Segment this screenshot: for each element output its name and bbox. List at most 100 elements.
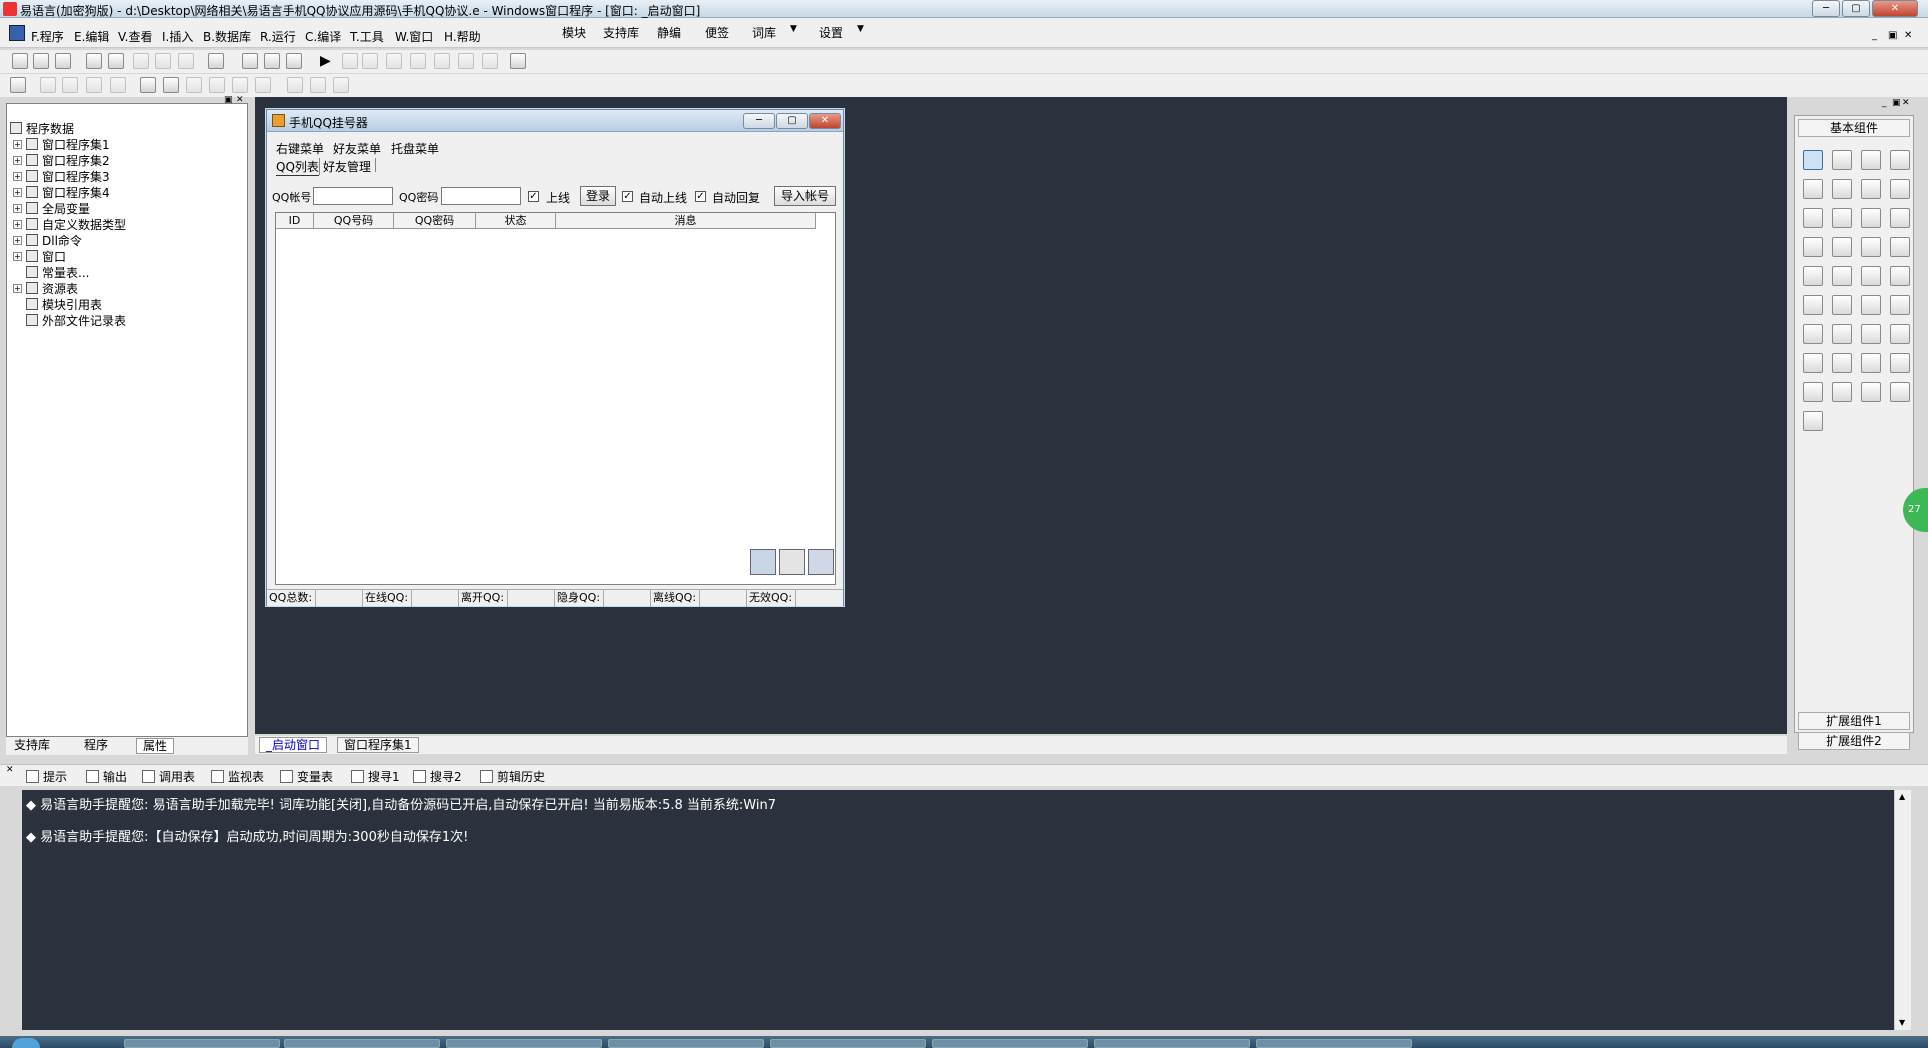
- odbc-provider-component-icon[interactable]: [1803, 411, 1823, 431]
- progress-component-icon[interactable]: [1890, 237, 1910, 257]
- taskbar-item-5[interactable]: [770, 1039, 926, 1048]
- tab-startup-window[interactable]: _启动窗口: [259, 737, 328, 753]
- listbox-component-icon[interactable]: [1890, 208, 1910, 228]
- date-component-icon[interactable]: [1861, 266, 1881, 286]
- timer-icon-control[interactable]: [779, 549, 805, 575]
- timer-component-icon[interactable]: [1803, 324, 1823, 344]
- menu-compile[interactable]: C.编译: [305, 28, 341, 45]
- picture-component-icon[interactable]: [1861, 150, 1881, 170]
- copy-icon[interactable]: [108, 53, 124, 69]
- mdi-close-icon[interactable]: ✕: [1904, 30, 1912, 41]
- expand-icon[interactable]: +: [13, 155, 22, 165]
- right-panel-pin-icon[interactable]: ▣: [1892, 98, 1901, 108]
- menu-view[interactable]: V.查看: [118, 28, 152, 45]
- expand-icon[interactable]: +: [13, 187, 22, 197]
- space-h-icon[interactable]: [232, 77, 248, 93]
- listview-component-icon[interactable]: [1832, 237, 1852, 257]
- panel-component-icon[interactable]: [1890, 295, 1910, 315]
- calendar-icon-control[interactable]: [808, 549, 834, 575]
- tab-hints[interactable]: 提示: [26, 768, 67, 785]
- run-icon[interactable]: ▶: [320, 53, 331, 69]
- menu-friends[interactable]: 好友菜单: [333, 140, 381, 157]
- port-component-icon[interactable]: [1832, 353, 1852, 373]
- expand-icon[interactable]: +: [13, 219, 22, 229]
- column-message[interactable]: 消息: [556, 213, 816, 229]
- tab-support-lib[interactable]: 支持库: [8, 738, 56, 754]
- ext-components-2[interactable]: 扩展组件2: [1798, 732, 1910, 750]
- output-close-icon[interactable]: ✕: [6, 765, 14, 775]
- save-icon[interactable]: [55, 53, 71, 69]
- menu-component-icon[interactable]: [1890, 266, 1910, 286]
- align-left-icon[interactable]: [40, 77, 56, 93]
- tab-component-icon[interactable]: [1832, 266, 1852, 286]
- center-v-icon[interactable]: [163, 77, 179, 93]
- output-scrollbar[interactable]: ▲ ▼: [1894, 790, 1911, 1030]
- toolbar-component-icon[interactable]: [1832, 295, 1852, 315]
- maximize-button[interactable]: ▢: [1842, 0, 1870, 17]
- form-component-icon[interactable]: [1861, 353, 1881, 373]
- combobox-component-icon[interactable]: [1803, 237, 1823, 257]
- cut-icon[interactable]: [86, 53, 102, 69]
- tab-program[interactable]: 程序: [78, 738, 114, 754]
- column-status[interactable]: 状态: [476, 213, 556, 229]
- design-maximize-button[interactable]: ▢: [776, 113, 808, 129]
- frame-component-icon[interactable]: [1832, 179, 1852, 199]
- tree-item-custom-types[interactable]: + 自定义数据类型: [13, 216, 126, 232]
- tree-item-window[interactable]: + 窗口: [13, 248, 66, 264]
- menu-dictionary[interactable]: 词库: [752, 24, 776, 41]
- chart-component-icon[interactable]: [1861, 382, 1881, 402]
- design-close-button[interactable]: ✕: [809, 113, 841, 129]
- tree-item-resources[interactable]: + 资源表: [13, 280, 78, 296]
- settings-dropdown-icon[interactable]: ▼: [857, 24, 864, 34]
- center-h-icon[interactable]: [140, 77, 156, 93]
- scroll-down-icon[interactable]: ▼: [1899, 1018, 1905, 1027]
- ext-components-1[interactable]: 扩展组件1: [1798, 712, 1910, 730]
- tab-call-table[interactable]: 调用表: [142, 768, 195, 785]
- mdi-restore-icon[interactable]: ▣: [1888, 30, 1897, 41]
- mdi-minimize-icon[interactable]: _: [1872, 30, 1877, 41]
- design-window[interactable]: 手机QQ挂号器 ─ ▢ ✕ 右键菜单 好友菜单 托盘菜单 QQ列表 好友管理 Q…: [266, 109, 844, 607]
- taskbar-item-4[interactable]: [608, 1039, 764, 1048]
- expand-icon[interactable]: +: [13, 203, 22, 213]
- stop-icon[interactable]: [342, 53, 358, 69]
- step-over-icon[interactable]: [434, 53, 450, 69]
- tab-clip-history[interactable]: 剪辑历史: [480, 768, 545, 785]
- tab-watch[interactable]: 监视表: [211, 768, 264, 785]
- space-v-icon[interactable]: [255, 77, 271, 93]
- menu-notes[interactable]: 便签: [705, 24, 729, 41]
- column-qq-password[interactable]: QQ密码: [394, 213, 476, 229]
- tree-item-external-files[interactable]: 外部文件记录表: [26, 312, 126, 328]
- paste-icon[interactable]: [133, 53, 149, 69]
- online-checkbox[interactable]: ✓: [528, 191, 539, 202]
- provider-component-icon[interactable]: [1832, 382, 1852, 402]
- scroll-up-icon[interactable]: ▲: [1899, 792, 1905, 801]
- status-component-icon[interactable]: [1861, 295, 1881, 315]
- menu-window[interactable]: W.窗口: [395, 28, 433, 45]
- grid-icon[interactable]: [10, 77, 26, 93]
- tree-root[interactable]: 程序数据: [10, 120, 74, 136]
- undo-icon[interactable]: [178, 53, 194, 69]
- socket-component-icon[interactable]: [1861, 324, 1881, 344]
- tree-item-constants[interactable]: 常量表...: [26, 264, 89, 280]
- slider-component-icon[interactable]: [1803, 266, 1823, 286]
- tree-item-globals[interactable]: + 全局变量: [13, 200, 90, 216]
- taskbar-item-3[interactable]: [446, 1039, 602, 1048]
- menu-tools[interactable]: T.工具: [350, 28, 384, 45]
- align-top-icon[interactable]: [86, 77, 102, 93]
- align-right-icon[interactable]: [62, 77, 78, 93]
- breakpoint-icon[interactable]: [458, 53, 474, 69]
- printer-component-icon[interactable]: [1832, 324, 1852, 344]
- treeview-component-icon[interactable]: [1803, 295, 1823, 315]
- menu-help[interactable]: H.帮助: [444, 28, 481, 45]
- menu-right-click[interactable]: 右键菜单: [276, 140, 324, 157]
- scrollbar-component-icon[interactable]: [1861, 237, 1881, 257]
- tray-icon-control[interactable]: [750, 549, 776, 575]
- auto-online-checkbox[interactable]: ✓: [622, 191, 633, 202]
- layout1-icon[interactable]: [242, 53, 258, 69]
- step-out-icon[interactable]: [410, 53, 426, 69]
- expand-icon[interactable]: +: [13, 283, 22, 293]
- taskbar-item-7[interactable]: [1094, 1039, 1250, 1048]
- qq-password-input[interactable]: [441, 187, 521, 205]
- size-both-icon[interactable]: [333, 77, 349, 93]
- radio-component-icon[interactable]: [1832, 208, 1852, 228]
